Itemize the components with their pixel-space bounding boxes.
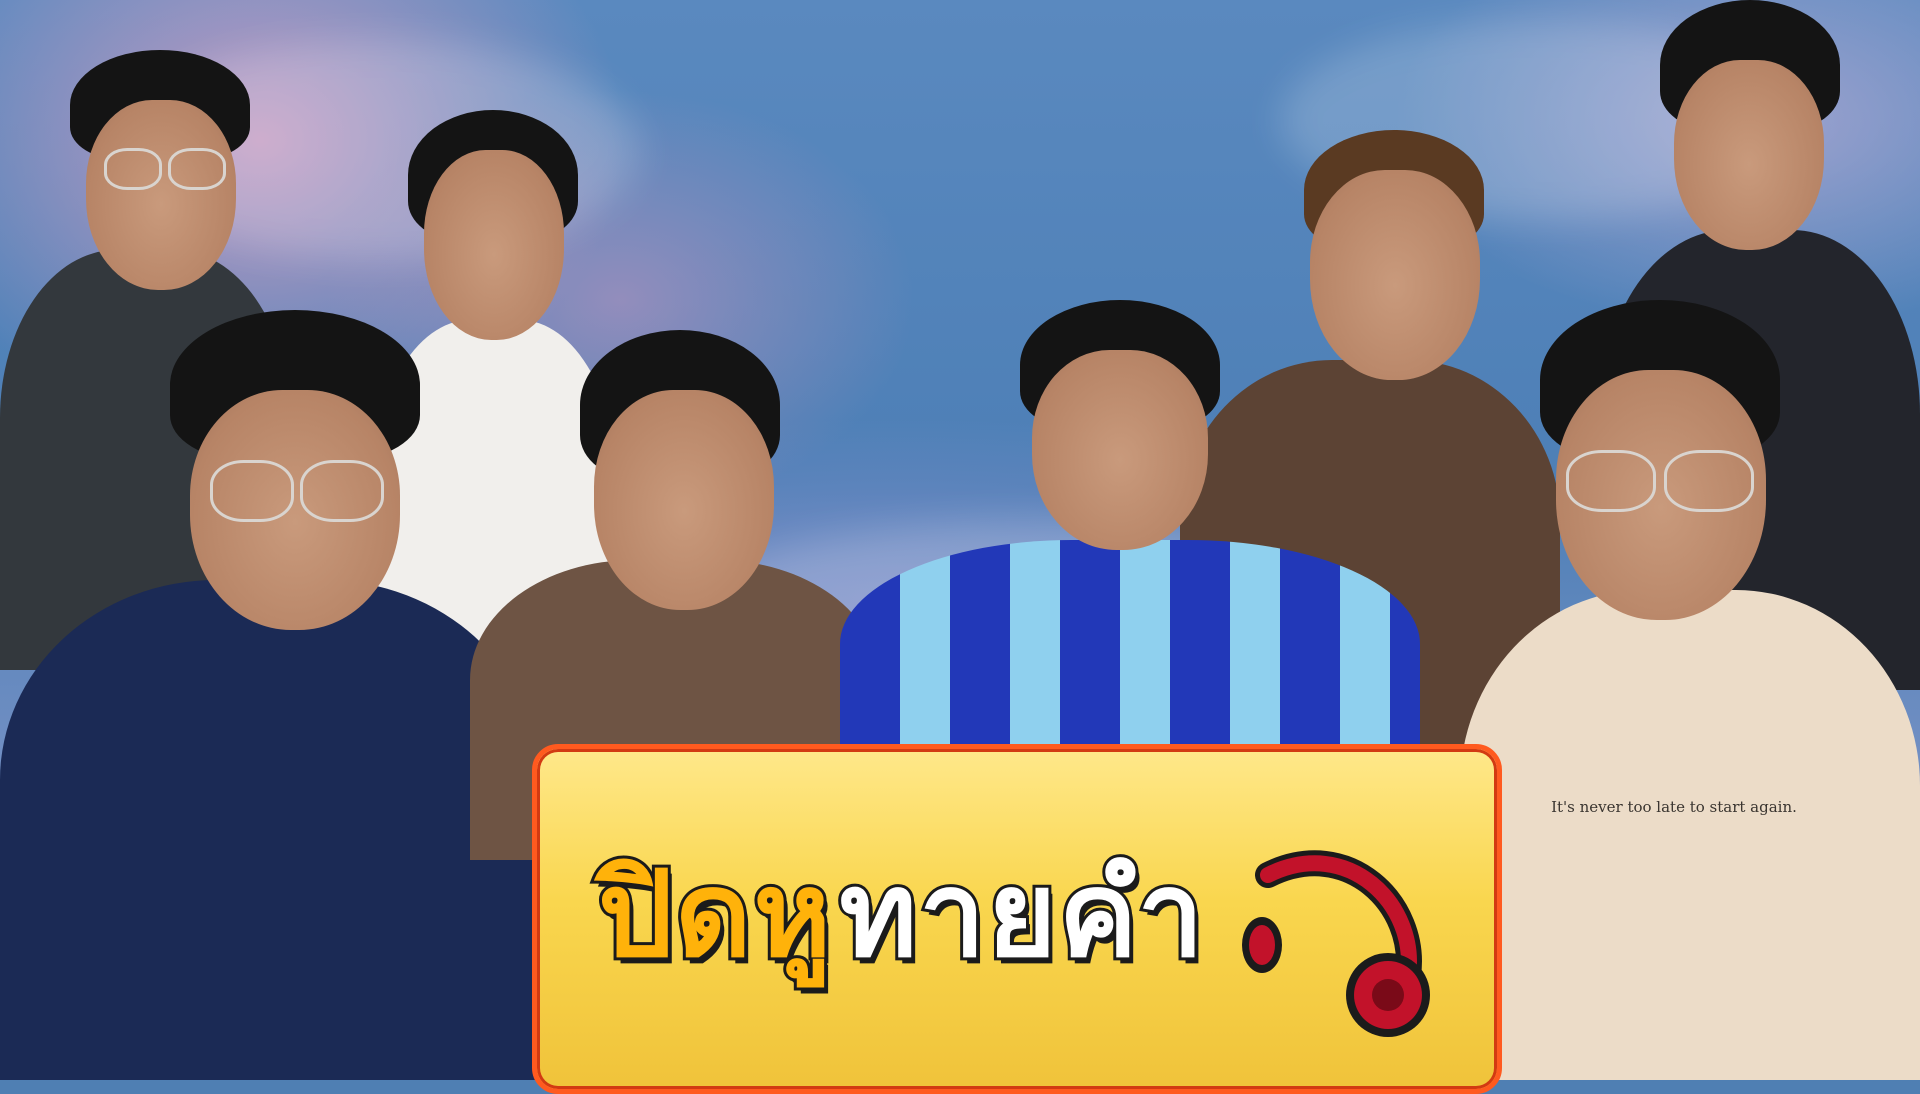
person-beige-tshirt-glasses: [1460, 300, 1920, 1080]
title-part-main: ทายคำ: [836, 842, 1206, 986]
person-football-jersey: [780, 300, 1480, 800]
headphone-icon: [1242, 850, 1430, 1037]
title-part-highlight: ปิดหู: [595, 842, 834, 986]
shirt-print-text: It's never too late to start again.: [1551, 798, 1797, 816]
person-blue-shirt-glasses: [0, 310, 540, 1080]
